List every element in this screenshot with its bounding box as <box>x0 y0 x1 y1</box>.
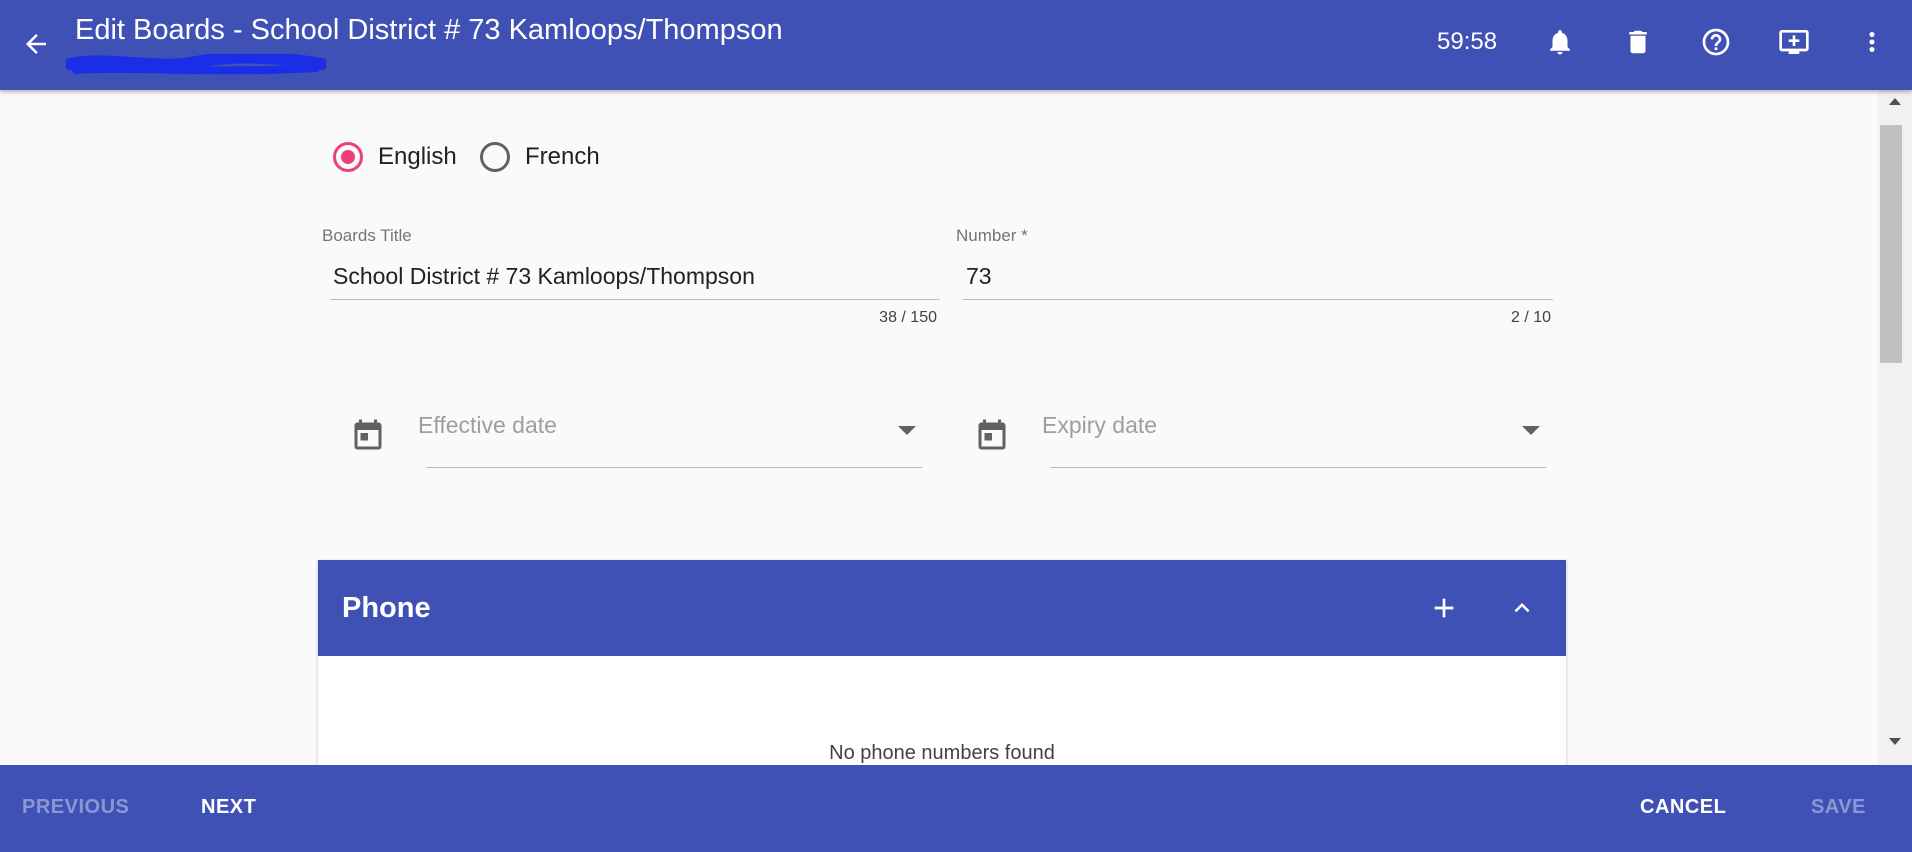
arrow-back-icon <box>26 34 46 54</box>
page-title: Edit Boards - School District # 73 Kamlo… <box>75 14 783 46</box>
radio-checked-icon <box>333 142 363 172</box>
session-timer: 59:58 <box>1437 28 1498 55</box>
save-button[interactable]: SAVE <box>1811 796 1866 819</box>
dropdown-arrow-icon <box>1522 426 1540 435</box>
bell-icon <box>1550 30 1570 55</box>
expiry-date-input[interactable]: Expiry date <box>1042 402 1546 468</box>
back-button[interactable] <box>14 22 58 66</box>
radio-label-french: French <box>525 143 600 170</box>
boards-title-input[interactable] <box>330 254 940 300</box>
add-screen-icon <box>1779 30 1809 54</box>
plus-icon <box>1434 598 1454 618</box>
language-radio-english[interactable]: English <box>333 142 457 172</box>
scroll-down-arrow-icon[interactable] <box>1889 738 1901 745</box>
expiry-date-placeholder: Expiry date <box>1042 412 1158 438</box>
phone-panel: Phone No phone numbers found <box>318 560 1566 765</box>
boards-title-counter: 38 / 150 <box>879 309 937 326</box>
collapse-phone-button[interactable] <box>1500 586 1544 630</box>
more-vert-icon <box>1869 32 1875 52</box>
phone-panel-title: Phone <box>342 592 431 624</box>
more-options-button[interactable] <box>1850 20 1894 64</box>
delete-button[interactable] <box>1616 20 1660 64</box>
calendar-icon <box>354 419 382 450</box>
language-radio-french[interactable]: French <box>480 142 600 172</box>
number-input[interactable] <box>963 254 1553 300</box>
scroll-up-arrow-icon[interactable] <box>1889 98 1901 105</box>
effective-date-input[interactable]: Effective date <box>418 402 922 468</box>
help-circle-icon <box>1702 28 1730 56</box>
help-button[interactable] <box>1694 20 1738 64</box>
next-button[interactable]: NEXT <box>201 796 256 819</box>
trash-icon <box>1629 30 1647 54</box>
boards-title-label: Boards Title <box>322 226 412 245</box>
radio-unchecked-icon <box>480 142 510 172</box>
add-to-screen-button[interactable] <box>1772 20 1816 64</box>
add-phone-button[interactable] <box>1422 586 1466 630</box>
chevron-up-icon <box>1514 603 1530 613</box>
empty-state-message: No phone numbers found <box>829 742 1055 764</box>
cancel-button[interactable]: CANCEL <box>1640 796 1726 819</box>
number-label: Number * <box>956 226 1028 245</box>
notifications-button[interactable] <box>1538 20 1582 64</box>
phone-panel-header[interactable]: Phone <box>318 560 1566 656</box>
expiry-date-picker[interactable]: Expiry date <box>974 402 1550 468</box>
radio-label-english: English <box>378 143 457 170</box>
bottom-action-bar: PREVIOUS NEXT CANCEL SAVE <box>0 765 1912 852</box>
scrollbar-thumb[interactable] <box>1880 125 1902 363</box>
redaction-scribble <box>66 54 326 75</box>
vertical-scrollbar[interactable] <box>1878 90 1912 765</box>
form-content: English French Boards Title 38 / 150 Num… <box>0 90 1878 765</box>
dropdown-arrow-icon <box>898 426 916 435</box>
effective-date-picker[interactable]: Effective date <box>350 402 926 468</box>
number-counter: 2 / 10 <box>1510 309 1551 326</box>
top-app-bar: Edit Boards - School District # 73 Kamlo… <box>0 0 1912 90</box>
previous-button[interactable]: PREVIOUS <box>22 796 129 819</box>
calendar-icon <box>978 419 1006 450</box>
effective-date-placeholder: Effective date <box>418 412 557 438</box>
